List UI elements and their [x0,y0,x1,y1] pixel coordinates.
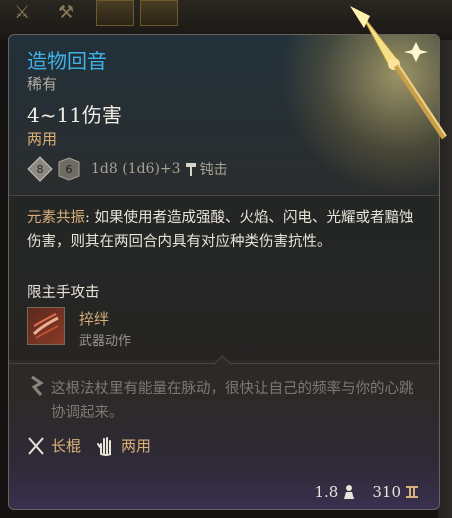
item-description: 元素共振: 如果使用者造成强酸、火焰、闪电、光耀或者黯蚀伤害，则其在两回合内具有… [27,206,417,254]
item-name: 造物回音 [27,49,107,73]
flavor-text: 这根法杖里有能量在脉动，很快让自己的频率与你的心跳协调起来。 [51,381,414,421]
weight-icon [344,485,355,499]
svg-text:6: 6 [66,163,73,176]
description-keyword: 元素共振 [27,210,85,226]
weapon-action-type: 武器动作 [79,334,132,349]
property-versatile: 两用 [121,437,152,455]
staff-item-icon [350,6,447,140]
item-value: 310 [372,483,401,501]
hotbar-slot-2[interactable] [140,0,178,26]
item-damage: 4~11伤害 [27,103,122,127]
effects-section: 元素共振: 如果使用者造成强酸、火焰、闪电、光耀或者黯蚀伤害，则其在两回合内具有… [9,196,439,360]
d6-dice-icon: 6 [58,157,80,181]
gold-icon [406,486,418,498]
item-rarity: 稀有 [27,75,58,93]
description-text: : 如果使用者造成强酸、火焰、闪电、光耀或者黯蚀伤害，则其在两回合内具有对应种类… [27,210,414,250]
hotbar-slot-1[interactable] [96,0,134,26]
lore-icon [31,375,44,396]
weapon-action-name: 捽绊 [79,310,110,328]
item-properties: 长棍 两用 [27,435,151,456]
hammer-icon [185,163,196,176]
d8-dice-icon: 8 [27,156,53,182]
crossed-staves-icon [28,436,44,455]
hand-icon [97,436,112,456]
restriction-label: 限主手攻击 [27,285,100,301]
property-staff: 长棍 [51,437,82,455]
svg-text:8: 8 [37,163,44,176]
weapon-action-icon[interactable] [27,307,65,345]
dice-formula: 1d8 (1d6)+3 [91,161,181,177]
item-handedness: 两用 [27,130,58,148]
damage-dice-row: 8 6 1d8 (1d6)+3 钝击 [27,153,228,185]
background-tool-icon: ⚒ [58,2,75,23]
damage-type: 钝击 [199,162,228,178]
item-weight: 1.8 [314,483,339,501]
item-footer: 1.8 310 [315,483,420,501]
background-weapon-icon: ⚔ [14,2,31,23]
